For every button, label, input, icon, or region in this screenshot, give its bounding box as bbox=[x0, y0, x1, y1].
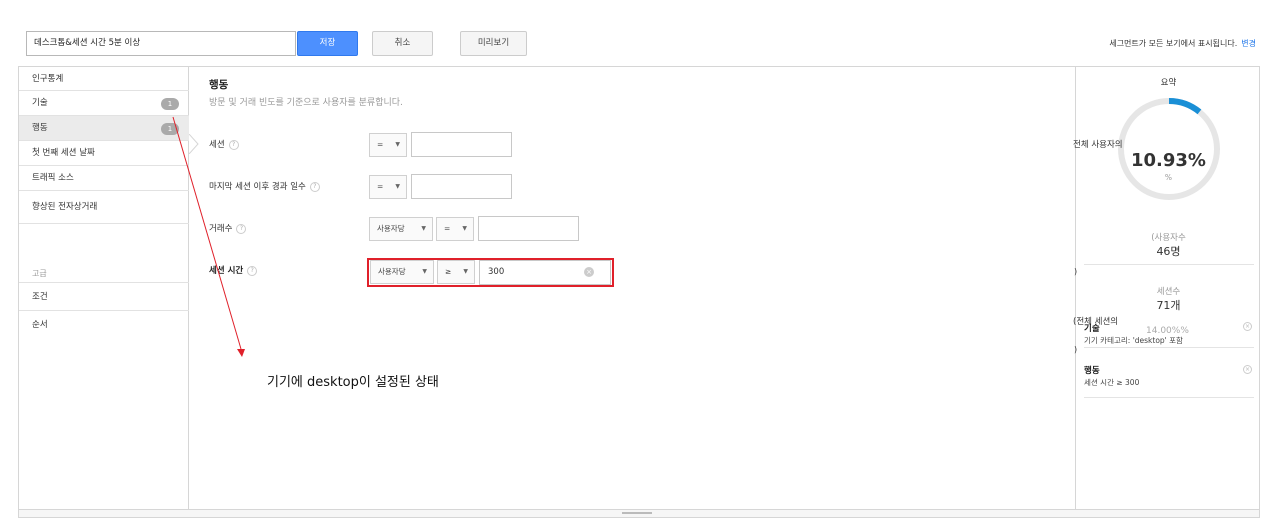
sidebar-item-technology[interactable]: 기술 1 bbox=[19, 91, 189, 116]
transactions-value-input[interactable] bbox=[478, 216, 579, 241]
chevron-down-icon: ▼ bbox=[395, 141, 400, 148]
operator-value: = bbox=[444, 224, 451, 233]
behavior-panel: 행동 방문 및 거래 빈도를 기준으로 사용자를 분류합니다. 세션? = ▼ 마… bbox=[209, 67, 1089, 509]
advanced-section-label: 고급 bbox=[32, 269, 47, 278]
change-link[interactable]: 변경 bbox=[1241, 39, 1256, 48]
divider bbox=[1084, 397, 1254, 398]
panel-description: 방문 및 거래 빈도를 기준으로 사용자를 분류합니다. bbox=[209, 98, 403, 108]
divider bbox=[1084, 347, 1254, 348]
row-label-text: 세션 bbox=[209, 140, 225, 150]
sidebar-item-label: 향상된 전자상거래 bbox=[32, 202, 98, 212]
row-label-text: 마지막 세션 이후 경과 일수 bbox=[209, 182, 306, 192]
session-duration-label: 세션 시간? bbox=[209, 264, 258, 276]
sidebar-item-behavior[interactable]: 행동 1 bbox=[19, 116, 189, 141]
row-label-text: 거래수 bbox=[209, 224, 233, 234]
sidebar-item-label: 인구통계 bbox=[32, 74, 64, 84]
active-item-pointer bbox=[189, 134, 199, 154]
chevron-down-icon: ▼ bbox=[395, 183, 400, 190]
segment-name-input[interactable]: 데스크톱&세션 시간 5분 이상 bbox=[26, 31, 296, 56]
remove-condition-icon[interactable]: × bbox=[1243, 322, 1252, 331]
days-operator-dropdown[interactable]: = ▼ bbox=[369, 175, 407, 199]
close-paren: ) bbox=[1074, 345, 1078, 354]
resize-bar[interactable] bbox=[18, 510, 1260, 518]
sidebar-item-label: 조건 bbox=[32, 292, 48, 302]
users-prefix: 전체 사용자의 bbox=[1073, 140, 1123, 150]
session-count-label: 세션수 bbox=[1156, 287, 1181, 297]
sidebar-item-label: 첫 번째 세션 날짜 bbox=[32, 148, 95, 158]
condition-title: 기술 bbox=[1084, 324, 1100, 334]
sidebar-item-demographics[interactable]: 인구통계 bbox=[19, 67, 189, 91]
sidebar-item-sequences[interactable]: 순서 bbox=[19, 311, 189, 340]
resize-grip-icon[interactable] bbox=[622, 512, 652, 514]
cancel-button[interactable]: 취소 bbox=[372, 31, 433, 56]
sidebar: 인구통계 기술 1 행동 1 첫 번째 세션 날짜 트래픽 소스 향상된 전자상거래… bbox=[19, 67, 189, 509]
scope-value: 사용자당 bbox=[377, 224, 405, 233]
visibility-note-text: 세그먼트가 모든 보기에서 표시됩니다. bbox=[1109, 39, 1238, 48]
sidebar-item-label: 행동 bbox=[32, 123, 48, 133]
transactions-operator-dropdown[interactable]: = ▼ bbox=[436, 217, 474, 241]
segment-editor: 인구통계 기술 1 행동 1 첫 번째 세션 날짜 트래픽 소스 향상된 전자상거래… bbox=[18, 66, 1260, 510]
sidebar-item-enhanced-ecommerce[interactable]: 향상된 전자상거래 bbox=[19, 191, 189, 224]
condition-title: 행동 bbox=[1084, 366, 1100, 376]
condition-description: 세션 시간 ≥ 300 bbox=[1084, 378, 1140, 387]
sidebar-item-label: 순서 bbox=[32, 320, 48, 330]
help-icon[interactable]: ? bbox=[228, 139, 239, 150]
operator-value: = bbox=[377, 140, 384, 149]
summary-title: 요약 bbox=[1160, 78, 1177, 88]
sessions-label: 세션? bbox=[209, 138, 239, 150]
user-count-value: 46명 bbox=[1156, 245, 1181, 258]
visibility-note: 세그먼트가 모든 보기에서 표시됩니다. 변경 bbox=[1109, 38, 1256, 49]
highlight-box bbox=[367, 258, 614, 287]
operator-value: = bbox=[377, 182, 384, 191]
summary-panel: 요약 전체 사용자의 10.93% % (사용자수 46명 ) 세션수 71개 … bbox=[1073, 67, 1260, 509]
annotation-text: 기기에 desktop이 설정된 상태 bbox=[267, 375, 439, 390]
users-percentage: 10.93% bbox=[1131, 150, 1206, 171]
chevron-down-icon: ▼ bbox=[421, 225, 426, 232]
sessions-value-input[interactable] bbox=[411, 132, 512, 157]
user-count-label: (사용자수 bbox=[1151, 233, 1186, 243]
ring-progress-arc bbox=[1168, 98, 1202, 115]
sidebar-item-label: 트래픽 소스 bbox=[32, 173, 74, 183]
sessions-operator-dropdown[interactable]: = ▼ bbox=[369, 133, 407, 157]
sidebar-item-traffic-sources[interactable]: 트래픽 소스 bbox=[19, 166, 189, 191]
days-since-last-session-label: 마지막 세션 이후 경과 일수? bbox=[209, 180, 320, 192]
close-paren: ) bbox=[1074, 267, 1078, 276]
divider bbox=[1084, 264, 1254, 265]
help-icon[interactable]: ? bbox=[247, 265, 258, 276]
sidebar-item-label: 기술 bbox=[32, 98, 48, 108]
preview-button[interactable]: 미리보기 bbox=[460, 31, 527, 56]
session-count-value: 71개 bbox=[1156, 299, 1181, 312]
segment-toolbar: 데스크톱&세션 시간 5분 이상 저장 취소 미리보기 세그먼트가 모든 보기에… bbox=[18, 22, 1260, 62]
users-percentage-ring bbox=[1118, 98, 1220, 200]
help-icon[interactable]: ? bbox=[309, 181, 320, 192]
users-percentage-unit: % bbox=[1164, 173, 1173, 182]
row-label-text: 세션 시간 bbox=[209, 266, 244, 276]
sidebar-item-first-session-date[interactable]: 첫 번째 세션 날짜 bbox=[19, 141, 189, 166]
transactions-label: 거래수? bbox=[209, 222, 247, 234]
remove-condition-icon[interactable]: × bbox=[1243, 365, 1252, 374]
sidebar-item-conditions[interactable]: 조건 bbox=[19, 282, 189, 311]
condition-count-badge: 1 bbox=[161, 123, 179, 135]
help-icon[interactable]: ? bbox=[236, 223, 247, 234]
condition-description: 기기 카테고리: 'desktop' 포함 bbox=[1084, 336, 1183, 345]
panel-title: 행동 bbox=[209, 79, 229, 91]
days-value-input[interactable] bbox=[411, 174, 512, 199]
save-button[interactable]: 저장 bbox=[297, 31, 358, 56]
chevron-down-icon: ▼ bbox=[462, 225, 467, 232]
condition-count-badge: 1 bbox=[161, 98, 179, 110]
transactions-scope-dropdown[interactable]: 사용자당 ▼ bbox=[369, 217, 433, 241]
